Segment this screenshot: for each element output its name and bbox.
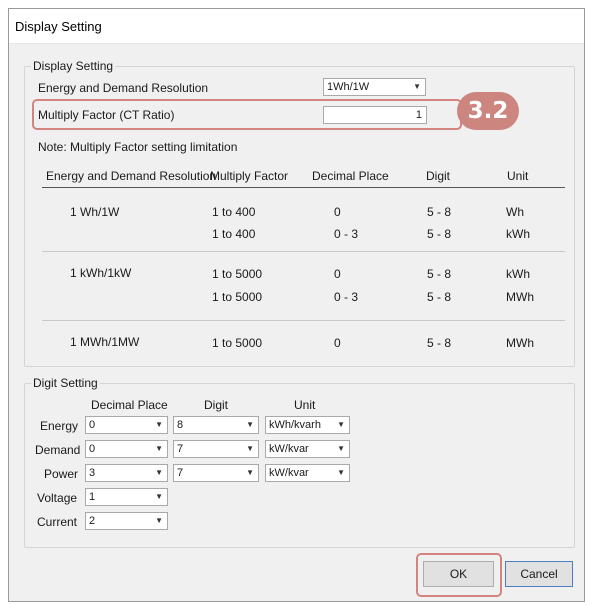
demand-digit-select[interactable]: 7 ▼ — [173, 440, 259, 458]
table-cell-decimal: 0 - 3 — [334, 227, 359, 241]
chevron-down-icon: ▼ — [155, 516, 163, 525]
table-cell-digit: 5 - 8 — [427, 205, 452, 219]
power-digit-value: 7 — [177, 467, 184, 479]
table-cell-decimal: 0 — [334, 336, 341, 350]
table-cell-factor: 1 to 5000 — [212, 336, 263, 350]
resolution-label: Energy and Demand Resolution — [38, 81, 209, 95]
table-cell-digit: 5 - 8 — [427, 290, 452, 304]
power-unit-select[interactable]: kW/kvar ▼ — [265, 464, 350, 482]
table-cell-factor: 1 to 5000 — [212, 290, 263, 304]
table-cell-digit: 5 - 8 — [427, 336, 452, 350]
energy-digit-value: 8 — [177, 419, 184, 431]
table-cell-unit: kWh — [506, 267, 530, 281]
multiply-factor-label: Multiply Factor (CT Ratio) — [38, 108, 175, 122]
power-label: Power — [44, 467, 79, 481]
table-cell-unit: MWh — [506, 336, 534, 350]
power-decimal-value: 3 — [89, 467, 96, 479]
power-digit-select[interactable]: 7 ▼ — [173, 464, 259, 482]
resolution-select-value: 1Wh/1W — [327, 81, 370, 93]
ok-button[interactable]: OK — [423, 561, 494, 587]
table-group-divider — [42, 320, 565, 321]
table-cell-decimal: 0 — [334, 205, 341, 219]
chevron-down-icon: ▼ — [337, 444, 345, 453]
current-decimal-value: 2 — [89, 515, 96, 527]
resolution-select[interactable]: 1Wh/1W ▼ — [323, 78, 426, 96]
energy-digit-select[interactable]: 8 ▼ — [173, 416, 259, 434]
table-cell-digit: 5 - 8 — [427, 227, 452, 241]
table-header-unit: Unit — [507, 169, 529, 183]
voltage-decimal-select[interactable]: 1 ▼ — [85, 488, 168, 506]
table-header-digit: Digit — [426, 169, 451, 183]
table-cell-decimal: 0 — [334, 267, 341, 281]
digit-col-unit-header: Unit — [294, 398, 316, 412]
demand-decimal-select[interactable]: 0 ▼ — [85, 440, 168, 458]
table-cell-unit: MWh — [506, 290, 534, 304]
step-badge: 3.2 — [457, 92, 519, 130]
multiply-factor-input[interactable]: 1 — [323, 106, 427, 124]
display-setting-legend: Display Setting — [33, 59, 114, 73]
energy-decimal-value: 0 — [89, 419, 96, 431]
demand-decimal-value: 0 — [89, 443, 96, 455]
digit-col-digit-header: Digit — [204, 398, 229, 412]
table-header-resolution: Energy and Demand Resolution — [46, 169, 217, 183]
note-text: Note: Multiply Factor setting limitation — [38, 140, 238, 154]
chevron-down-icon: ▼ — [246, 444, 254, 453]
power-decimal-select[interactable]: 3 ▼ — [85, 464, 168, 482]
table-cell-factor: 1 to 400 — [212, 227, 256, 241]
digit-col-decimal-header: Decimal Place — [91, 398, 168, 412]
table-cell-digit: 5 - 8 — [427, 267, 452, 281]
chevron-down-icon: ▼ — [155, 444, 163, 453]
table-cell-unit: kWh — [506, 227, 530, 241]
window-title: Display Setting — [15, 19, 102, 34]
chevron-down-icon: ▼ — [337, 468, 345, 477]
table-header-decimal: Decimal Place — [312, 169, 389, 183]
table-row-resolution: 1 Wh/1W — [70, 205, 120, 219]
chevron-down-icon: ▼ — [246, 420, 254, 429]
title-bar[interactable]: Display Setting — [9, 9, 584, 44]
demand-unit-value: kW/kvar — [269, 443, 309, 455]
digit-setting-legend: Digit Setting — [33, 376, 98, 390]
power-unit-value: kW/kvar — [269, 467, 309, 479]
chevron-down-icon: ▼ — [155, 468, 163, 477]
voltage-label: Voltage — [37, 491, 78, 505]
table-cell-unit: Wh — [506, 205, 524, 219]
demand-digit-value: 7 — [177, 443, 184, 455]
table-header-multiply: Multiply Factor — [210, 169, 289, 183]
cancel-button[interactable]: Cancel — [505, 561, 573, 587]
table-group-divider — [42, 251, 565, 252]
demand-unit-select[interactable]: kW/kvar ▼ — [265, 440, 350, 458]
table-cell-factor: 1 to 400 — [212, 205, 256, 219]
energy-unit-select[interactable]: kWh/kvarh ▼ — [265, 416, 350, 434]
chevron-down-icon: ▼ — [155, 492, 163, 501]
chevron-down-icon: ▼ — [155, 420, 163, 429]
energy-label: Energy — [40, 419, 79, 433]
table-row-resolution: 1 kWh/1kW — [70, 266, 132, 280]
chevron-down-icon: ▼ — [413, 82, 421, 91]
current-decimal-select[interactable]: 2 ▼ — [85, 512, 168, 530]
table-header-divider — [42, 187, 565, 188]
energy-decimal-select[interactable]: 0 ▼ — [85, 416, 168, 434]
chevron-down-icon: ▼ — [246, 468, 254, 477]
demand-label: Demand — [35, 443, 81, 457]
table-cell-factor: 1 to 5000 — [212, 267, 263, 281]
table-cell-decimal: 0 - 3 — [334, 290, 359, 304]
voltage-decimal-value: 1 — [89, 491, 96, 503]
chevron-down-icon: ▼ — [337, 420, 345, 429]
energy-unit-value: kWh/kvarh — [269, 419, 321, 431]
current-label: Current — [37, 515, 78, 529]
table-row-resolution: 1 MWh/1MW — [70, 335, 140, 349]
